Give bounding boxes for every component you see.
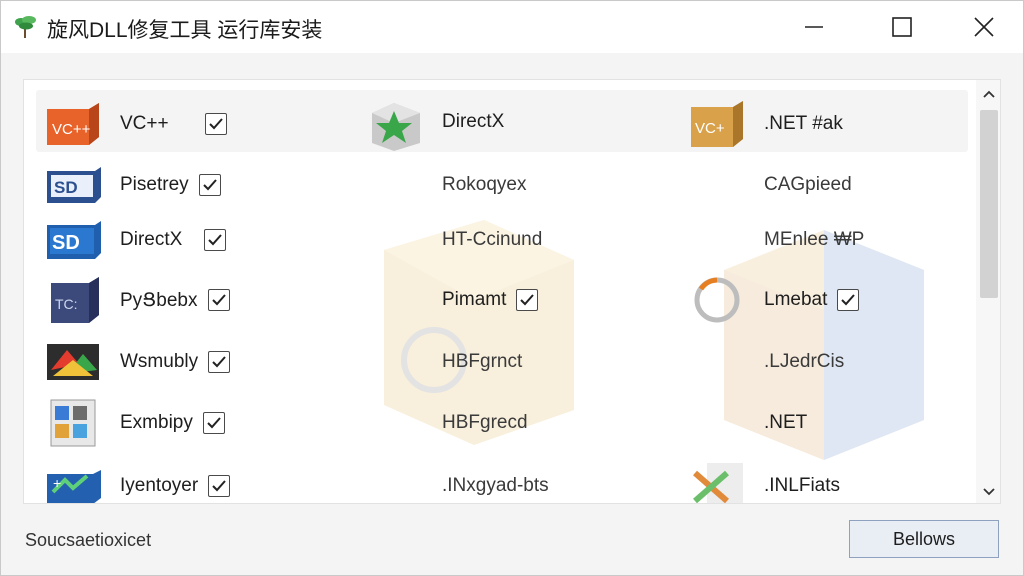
title-bar[interactable]: 旋风DLL修复工具 运行库安装	[1, 1, 1023, 53]
item-label: HBFgrnct	[442, 351, 523, 372]
item-label: VC++	[120, 113, 169, 134]
list-item[interactable]: HT-Ccinund	[442, 210, 542, 270]
item-checkbox[interactable]	[208, 475, 231, 497]
item-checkbox[interactable]	[207, 289, 230, 311]
scroll-thumb[interactable]	[980, 110, 998, 298]
checkmark-icon	[208, 118, 223, 130]
list-item[interactable]: MEnlee ₩P	[764, 210, 864, 270]
svg-text:+: +	[53, 475, 61, 491]
cube-tc-icon: TC:	[42, 273, 104, 327]
item-label: MEnlee ₩P	[764, 229, 865, 250]
checkmark-icon	[211, 294, 226, 306]
checkmark-icon	[207, 417, 221, 429]
item-label: .INxgyad-bts	[442, 475, 549, 496]
minimize-button[interactable]	[791, 1, 837, 53]
maximize-button[interactable]	[879, 1, 925, 53]
scroll-up-button[interactable]	[976, 82, 1000, 108]
item-label: CAGpieed	[764, 174, 852, 195]
item-checkbox[interactable]	[837, 289, 860, 311]
close-button[interactable]	[961, 1, 1007, 53]
checkmark-icon	[212, 480, 226, 492]
item-label: HT-Ccinund	[442, 229, 543, 250]
list-item[interactable]: VC++ VC++	[42, 94, 227, 154]
list-item[interactable]: HBFgrecd	[442, 393, 528, 453]
item-label: Rokoqyex	[442, 174, 527, 195]
ring-icon	[686, 273, 748, 327]
item-label: DirectX	[442, 111, 505, 132]
item-label: Pisetrey	[120, 174, 189, 195]
item-label: DirectX	[120, 229, 183, 250]
directx-sd-icon: SD	[42, 158, 104, 212]
vertical-scrollbar[interactable]	[976, 80, 1000, 503]
item-label: Exmbipy	[120, 412, 193, 433]
tree-icon	[13, 13, 39, 39]
list-item[interactable]: .INLFiats	[686, 456, 841, 503]
checkmark-icon	[841, 294, 856, 306]
list-item[interactable]: .LJedrCis	[764, 332, 844, 392]
runtime-list: VC++ VC++ SD Pisetrey SD DirectX TC: PyՑ…	[24, 80, 976, 503]
colorful-card-icon	[42, 335, 104, 389]
x-arrow-icon	[686, 459, 748, 503]
list-item[interactable]: Pimamt	[442, 270, 539, 330]
item-label: .NET	[764, 412, 808, 433]
item-checkbox[interactable]	[208, 351, 231, 373]
app-window: 旋风DLL修复工具 运行库安装 VC++ VC++ SD Pisetrey SD…	[0, 0, 1024, 576]
window-title: 旋风DLL修复工具 运行库安装	[47, 19, 323, 42]
item-label: HBFgrecd	[442, 412, 528, 433]
list-item[interactable]: + Iyentoyer	[42, 456, 231, 503]
item-checkbox[interactable]	[204, 113, 227, 135]
item-checkbox[interactable]	[198, 174, 221, 196]
status-text: Soucsaetioxicet	[25, 530, 152, 550]
svg-text:TC:: TC:	[55, 296, 78, 312]
scroll-down-button[interactable]	[976, 478, 1000, 503]
item-label: Pimamt	[442, 289, 507, 310]
svg-text:SD: SD	[54, 178, 78, 197]
item-checkbox[interactable]	[204, 229, 227, 251]
item-label: Lmebat	[764, 289, 828, 310]
list-item[interactable]: VC+ .NET #ak	[686, 94, 843, 154]
svg-text:VC+: VC+	[695, 120, 725, 137]
list-item[interactable]: Exmbipy	[42, 393, 225, 453]
blue-battery-icon: +	[42, 459, 104, 503]
list-item[interactable]: CAGpieed	[764, 155, 852, 215]
checkmark-icon	[212, 356, 226, 368]
item-checkbox[interactable]	[516, 289, 539, 311]
runtime-list-panel: VC++ VC++ SD Pisetrey SD DirectX TC: PyՑ…	[23, 79, 1001, 504]
green-star-box-icon	[364, 95, 426, 151]
svg-text:VC++: VC++	[52, 121, 91, 138]
item-label: PyՑbebx	[120, 289, 198, 311]
vc-gold-box-icon: VC+	[686, 97, 748, 151]
checkmark-icon	[520, 294, 535, 306]
bellows-button[interactable]: Bellows	[849, 520, 999, 558]
close-icon	[974, 17, 994, 37]
list-item[interactable]: TC: PyՑbebx	[42, 270, 230, 330]
minimize-icon	[805, 26, 823, 28]
list-item[interactable]: Lmebat	[686, 270, 860, 330]
item-label: .INLFiats	[764, 475, 841, 496]
item-label: .NET #ak	[764, 113, 843, 134]
checkmark-icon	[202, 179, 217, 191]
item-checkbox[interactable]	[202, 412, 225, 434]
sd-icon: SD	[42, 213, 104, 267]
list-item[interactable]: .INxgyad-bts	[442, 456, 549, 503]
chevron-down-icon	[983, 488, 995, 496]
item-label: Wsmubly	[120, 351, 199, 372]
maximize-icon	[892, 17, 912, 37]
list-item[interactable]: DirectX	[364, 92, 504, 152]
list-item[interactable]: HBFgrnct	[442, 332, 522, 392]
svg-text:SD: SD	[52, 232, 80, 254]
chevron-up-icon	[983, 90, 995, 98]
list-item[interactable]: SD Pisetrey	[42, 155, 221, 215]
list-item[interactable]: Wsmubly	[42, 332, 231, 392]
vc-box-icon: VC++	[42, 97, 104, 151]
item-label: Iyentoyer	[120, 475, 199, 496]
list-item[interactable]: .NET	[764, 393, 807, 453]
checkmark-icon	[208, 234, 223, 246]
list-item[interactable]: SD DirectX	[42, 210, 227, 270]
list-item[interactable]: Rokoqyex	[442, 155, 527, 215]
item-label: .LJedrCis	[764, 351, 845, 372]
multi-box-icon	[42, 396, 104, 450]
